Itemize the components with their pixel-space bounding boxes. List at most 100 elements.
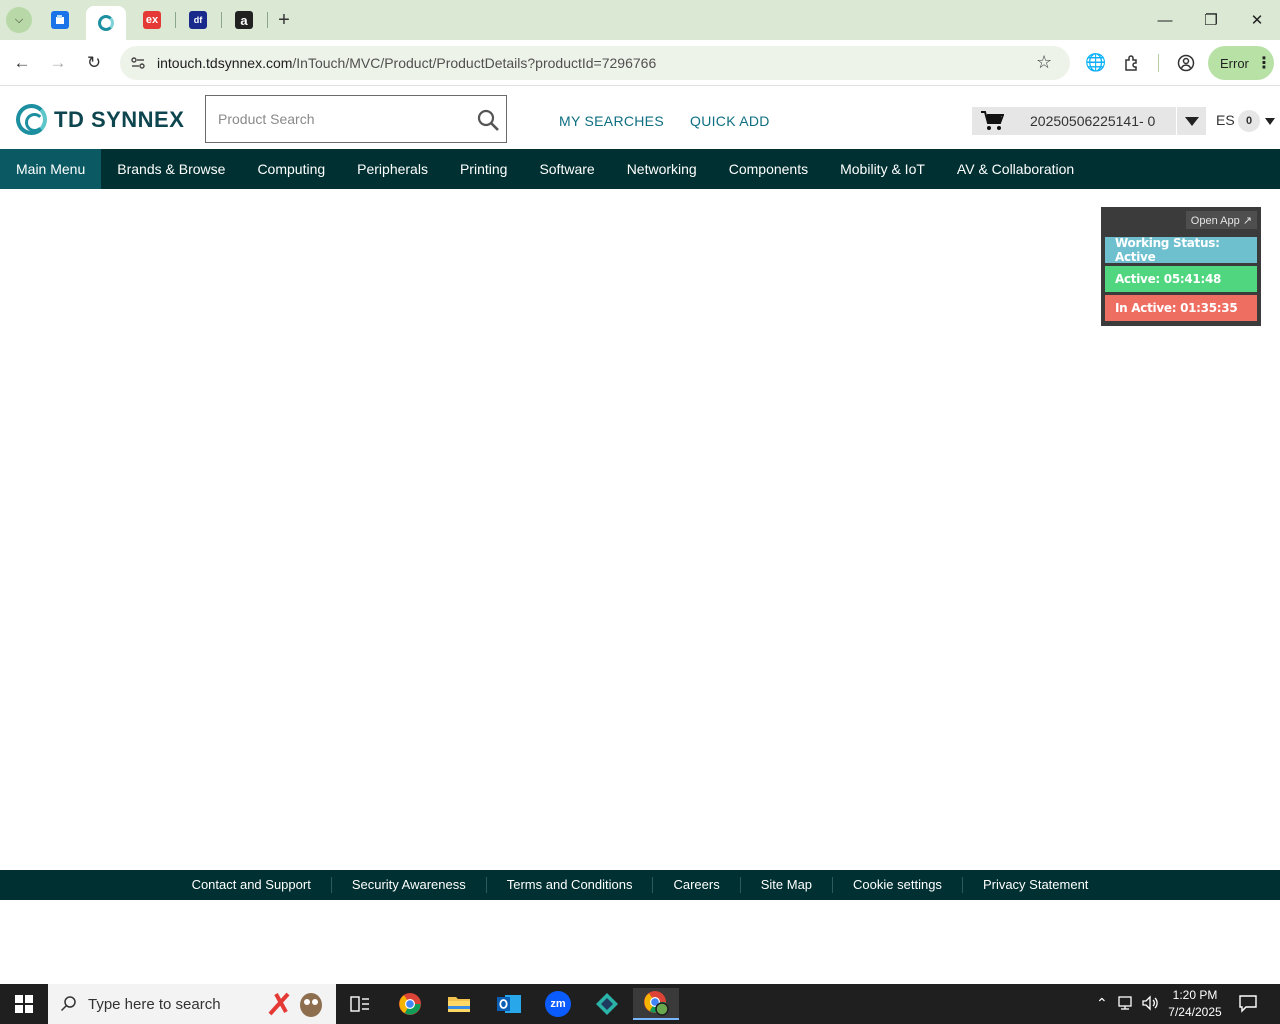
taskbar-chrome[interactable]: [390, 988, 430, 1020]
chrome-profile-icon: [644, 991, 669, 1016]
tab-separator: [175, 12, 176, 28]
site-info-icon[interactable]: [130, 55, 146, 71]
kebab-menu-icon: ⋮: [1256, 55, 1272, 72]
browser-tab-strip: ⌵ ex df a + — ❐ ✕: [0, 0, 1280, 40]
extensions-icon[interactable]: [1120, 51, 1144, 75]
arrow-left-icon: ←: [13, 53, 31, 72]
windows-logo-icon: [15, 995, 33, 1013]
taskbar-search-box[interactable]: Type here to search: [48, 984, 336, 1024]
toolbar-divider: [1158, 54, 1159, 72]
user-menu-caret-icon[interactable]: [1265, 118, 1275, 125]
caret-down-icon: [1184, 116, 1199, 126]
start-button[interactable]: [0, 984, 48, 1024]
footer-careers[interactable]: Careers: [653, 877, 741, 893]
minimize-button[interactable]: —: [1150, 8, 1180, 32]
taskbar-app-diamond[interactable]: [587, 988, 627, 1020]
back-button[interactable]: ←: [10, 51, 34, 75]
taskbar-chrome-profile-active[interactable]: [633, 988, 679, 1020]
browser-tab-5[interactable]: a: [224, 6, 264, 34]
browser-tab-3[interactable]: ex: [132, 6, 172, 34]
volume-icon[interactable]: [1142, 995, 1160, 1014]
site-footer: Contact and Support Security Awareness T…: [0, 870, 1280, 900]
profile-error-button[interactable]: Error ⋮: [1208, 46, 1274, 80]
work-status-widget: Open App ↗ Working Status: Active Active…: [1101, 207, 1261, 326]
taskbar-zoom[interactable]: zm: [538, 988, 578, 1020]
taskbar-file-explorer[interactable]: [439, 988, 479, 1020]
forward-button[interactable]: →: [46, 51, 70, 75]
close-button[interactable]: ✕: [1242, 8, 1272, 32]
cart-label: 20250506225141- 0: [1030, 113, 1156, 129]
translate-icon[interactable]: 🌐: [1084, 51, 1108, 75]
clock-time: 1:20 PM: [1172, 988, 1218, 1002]
cart-dropdown-button[interactable]: [1176, 107, 1206, 135]
my-searches-link[interactable]: MY SEARCHES: [559, 113, 664, 129]
taskbar-outlook[interactable]: [489, 988, 529, 1020]
inactive-time-row: In Active: 01:35:35: [1105, 295, 1257, 321]
footer-site-map[interactable]: Site Map: [741, 877, 834, 893]
logo-mark-icon: [16, 104, 47, 135]
product-search-input[interactable]: [218, 108, 468, 130]
browser-tab-2-active[interactable]: [86, 6, 126, 40]
shopping-cart-icon: [980, 110, 1005, 132]
browser-tab-4[interactable]: df: [178, 6, 218, 34]
footer-contact-support[interactable]: Contact and Support: [172, 877, 332, 893]
chrome-icon: [399, 993, 421, 1015]
search-icon: [60, 995, 78, 1018]
notifications-icon[interactable]: [1238, 993, 1258, 1016]
task-view-button[interactable]: [340, 988, 380, 1020]
tab-separator: [221, 12, 222, 28]
chevron-down-icon: ⌵: [14, 13, 24, 26]
restore-icon: ❐: [1204, 12, 1218, 29]
new-tab-button[interactable]: +: [266, 6, 302, 34]
site-header: TD SYNNEX MY SEARCHES QUICK ADD 20250506…: [0, 87, 1280, 149]
nav-av-collaboration[interactable]: AV & Collaboration: [941, 149, 1090, 189]
footer-privacy-statement[interactable]: Privacy Statement: [963, 877, 1109, 893]
main-navigation: Main Menu Brands & Browse Computing Peri…: [0, 149, 1280, 189]
nav-peripherals[interactable]: Peripherals: [341, 149, 444, 189]
footer-cookie-settings[interactable]: Cookie settings: [833, 877, 963, 893]
td-synnex-logo[interactable]: TD SYNNEX: [16, 104, 184, 135]
taskbar-clock[interactable]: 1:20 PM 7/24/2025: [1160, 987, 1230, 1021]
windows-taskbar: Type here to search zm ⌃ 1:20 PM 7/24/20…: [0, 984, 1280, 1024]
nav-computing[interactable]: Computing: [241, 149, 341, 189]
browser-tab-1[interactable]: [40, 6, 80, 34]
ex-favicon-icon: ex: [143, 11, 161, 29]
tdsynnex-favicon-icon: [98, 15, 114, 31]
reload-button[interactable]: ↻: [82, 51, 106, 75]
user-initials[interactable]: ES: [1216, 112, 1235, 128]
url-text: intouch.tdsynnex.com/InTouch/MVC/Product…: [157, 55, 656, 71]
open-app-button[interactable]: Open App ↗: [1185, 211, 1257, 229]
footer-terms-conditions[interactable]: Terms and Conditions: [487, 877, 654, 893]
tab-search-button[interactable]: ⌵: [6, 7, 32, 33]
search-icon[interactable]: [476, 108, 500, 132]
url-path: /InTouch/MVC/Product/ProductDetails?prod…: [292, 55, 657, 71]
df-favicon-icon: df: [189, 11, 207, 29]
notification-badge: 0: [1238, 110, 1260, 132]
doc-favicon-icon: [51, 11, 69, 29]
arrow-right-icon: →: [49, 53, 67, 72]
folder-icon: [448, 997, 470, 1012]
profile-error-label: Error: [1220, 55, 1249, 71]
nav-mobility-iot[interactable]: Mobility & IoT: [824, 149, 941, 189]
nav-brands-browse[interactable]: Brands & Browse: [101, 149, 241, 189]
plus-icon: +: [278, 8, 290, 31]
network-icon[interactable]: [1118, 995, 1136, 1014]
restore-button[interactable]: ❐: [1196, 8, 1226, 32]
close-icon: ✕: [1250, 12, 1264, 29]
nav-networking[interactable]: Networking: [611, 149, 713, 189]
footer-security-awareness[interactable]: Security Awareness: [332, 877, 487, 893]
outlook-icon: [497, 995, 521, 1013]
bookmark-star-icon[interactable]: ☆: [1036, 52, 1052, 73]
nav-main-menu[interactable]: Main Menu: [0, 149, 102, 189]
address-bar[interactable]: intouch.tdsynnex.com/InTouch/MVC/Product…: [120, 46, 1070, 80]
task-view-icon: [350, 996, 369, 1012]
search-highlight-icon: [266, 990, 326, 1018]
nav-components[interactable]: Components: [713, 149, 824, 189]
profile-icon[interactable]: [1174, 51, 1198, 75]
nav-printing[interactable]: Printing: [444, 149, 523, 189]
tray-overflow-chevron-icon[interactable]: ⌃: [1096, 995, 1108, 1012]
cart-selector[interactable]: 20250506225141- 0: [972, 107, 1206, 135]
quick-add-link[interactable]: QUICK ADD: [690, 113, 770, 129]
nav-software[interactable]: Software: [523, 149, 610, 189]
url-domain: intouch.tdsynnex.com: [157, 55, 293, 71]
